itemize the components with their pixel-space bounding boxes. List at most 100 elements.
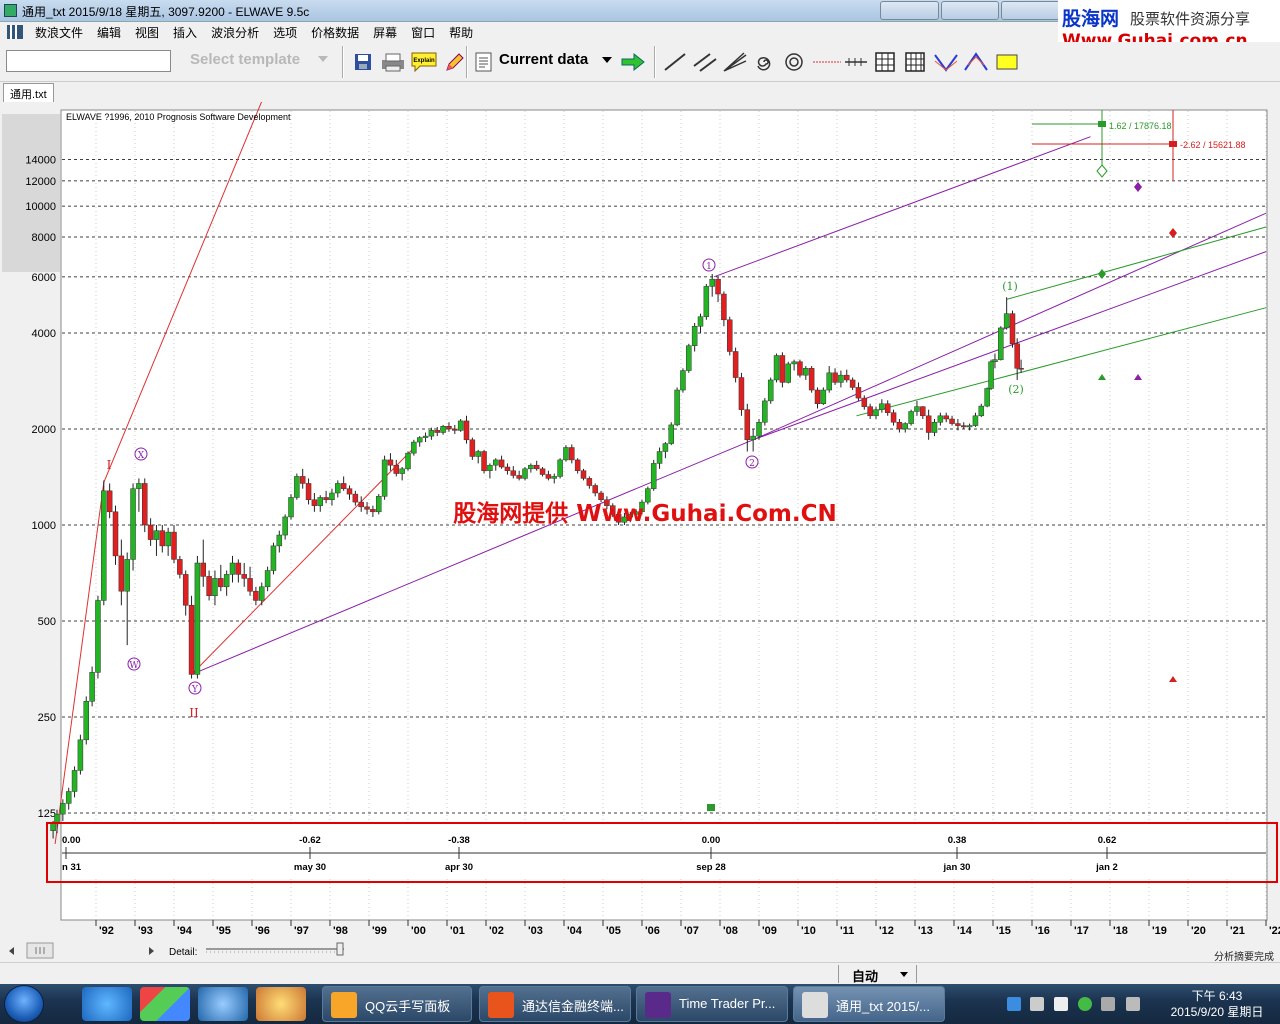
mode-select[interactable]: 自动 [852, 966, 878, 985]
x-tick-label: '19 [1152, 925, 1167, 937]
print-icon[interactable] [380, 51, 406, 73]
time-ratio-2: -0.38 [448, 835, 470, 846]
y-tick-label: 2000 [32, 424, 56, 436]
symbol-input[interactable] [6, 50, 171, 72]
y-tick-label: 14000 [25, 154, 56, 166]
candle-body [463, 420, 470, 441]
candle-body [791, 361, 797, 365]
document-tab[interactable]: 通用.txt [3, 83, 54, 102]
keyboard-icon[interactable] [1030, 997, 1044, 1011]
menu-view[interactable]: 视图 [128, 24, 166, 41]
menu-screen[interactable]: 屏幕 [366, 24, 404, 41]
menu-wave-analysis[interactable]: 波浪分析 [204, 24, 266, 41]
candle-down [779, 352, 786, 388]
candle-body [972, 415, 979, 426]
table-icon[interactable] [904, 51, 926, 73]
save-icon[interactable] [352, 51, 374, 73]
wave-up-icon[interactable] [963, 51, 989, 73]
security-icon[interactable] [1007, 997, 1021, 1011]
ime-icon[interactable] [1054, 997, 1068, 1011]
chart-area[interactable]: 125 250 500 1000 2000 4000 6000 8000 10000 12000 1… [0, 102, 1280, 940]
clock[interactable]: 下午 6:43 2015/9/20 星期日 [1162, 988, 1272, 1020]
x-tick-label: '08 [723, 925, 738, 937]
template-select[interactable]: Select template [190, 51, 300, 68]
scroll-left-icon[interactable] [9, 947, 14, 955]
candle-up [130, 483, 136, 571]
menu-options[interactable]: 选项 [266, 24, 304, 41]
task-time-trader[interactable]: Time Trader Pr... [636, 986, 788, 1022]
start-button[interactable] [4, 985, 44, 1023]
pencil-icon[interactable] [443, 51, 465, 73]
candle-down [1009, 310, 1016, 348]
template-dropdown-icon[interactable] [318, 56, 328, 62]
candle-body [376, 496, 382, 513]
candle-body [411, 441, 417, 454]
volume-marker [707, 804, 715, 811]
candle-body [545, 474, 552, 479]
menu-insert[interactable]: 插入 [166, 24, 204, 41]
minimize-button[interactable] [880, 1, 939, 20]
dotted-line-icon[interactable] [812, 51, 842, 73]
menu-file[interactable]: 数浪文件 [28, 24, 90, 41]
candle-body [680, 370, 686, 391]
current-data-select[interactable]: Current data [499, 51, 588, 68]
data-sheet-icon[interactable] [473, 51, 495, 73]
scroll-right-icon[interactable] [149, 947, 154, 955]
candle-body [516, 475, 522, 479]
qq-icon[interactable] [198, 987, 248, 1021]
spiral-icon[interactable] [753, 51, 775, 73]
task-elwave[interactable]: 通用_txt 2015/... [793, 986, 945, 1022]
wave-down-icon[interactable] [933, 51, 959, 73]
app-tray-icon[interactable] [1078, 997, 1092, 1011]
scroll-row: Detail: 分析摘要完成 [0, 940, 1280, 963]
candle-body [212, 578, 218, 596]
candle-body [703, 286, 710, 317]
menu-help[interactable]: 帮助 [442, 24, 480, 41]
status-bar: 自动 [0, 962, 1280, 984]
palette-icon[interactable] [256, 987, 306, 1021]
ie-icon[interactable] [82, 987, 132, 1021]
candle-body [1009, 313, 1016, 345]
line-tool-icon[interactable] [662, 51, 688, 73]
candle-body [838, 374, 844, 383]
detail-slider-thumb[interactable] [336, 942, 344, 956]
horizontal-line-icon[interactable] [843, 51, 869, 73]
candle-up [522, 467, 528, 481]
x-tick-label: '04 [567, 925, 583, 937]
x-tick-label: '97 [294, 925, 309, 937]
x-tick-label: '98 [333, 925, 348, 937]
wave-label-2: 2 [749, 459, 755, 469]
parallel-lines-icon[interactable] [692, 51, 718, 73]
candle-body [487, 464, 493, 471]
candle-body [727, 319, 733, 352]
candle-body [955, 423, 961, 426]
network-icon[interactable] [1101, 997, 1115, 1011]
menu-app-icon[interactable] [7, 25, 23, 39]
maximize-button[interactable] [940, 1, 1000, 20]
task-tdx-terminal[interactable]: 通达信金融终端... [479, 986, 631, 1022]
candle-body [305, 483, 312, 500]
paint-icon[interactable] [140, 987, 190, 1021]
go-arrow-icon[interactable] [620, 51, 646, 73]
volume-icon[interactable] [1126, 997, 1140, 1011]
candle-body [844, 374, 850, 381]
price-chart[interactable]: 125 250 500 1000 2000 4000 6000 8000 10000 12000 1… [0, 102, 1280, 940]
grid-icon[interactable] [874, 51, 896, 73]
task-qq-handwriting[interactable]: QQ云手写面板 [322, 986, 472, 1022]
menu-price-data[interactable]: 价格数据 [304, 24, 366, 41]
fan-lines-icon[interactable] [722, 51, 748, 73]
close-button[interactable] [1001, 1, 1061, 20]
menu-edit[interactable]: 编辑 [90, 24, 128, 41]
candle-up [908, 409, 914, 426]
current-data-dropdown-icon[interactable] [602, 57, 612, 63]
highlight-icon[interactable] [993, 51, 1021, 73]
mode-dropdown-icon[interactable] [900, 972, 908, 977]
arc-icon[interactable] [783, 51, 805, 73]
candle-body [978, 405, 985, 417]
candle-up [703, 283, 710, 320]
candle-body [586, 478, 593, 486]
menu-window[interactable]: 窗口 [404, 24, 442, 41]
candle-body [966, 425, 973, 428]
candle-up [820, 387, 827, 405]
explain-icon[interactable]: Explain [410, 51, 438, 73]
